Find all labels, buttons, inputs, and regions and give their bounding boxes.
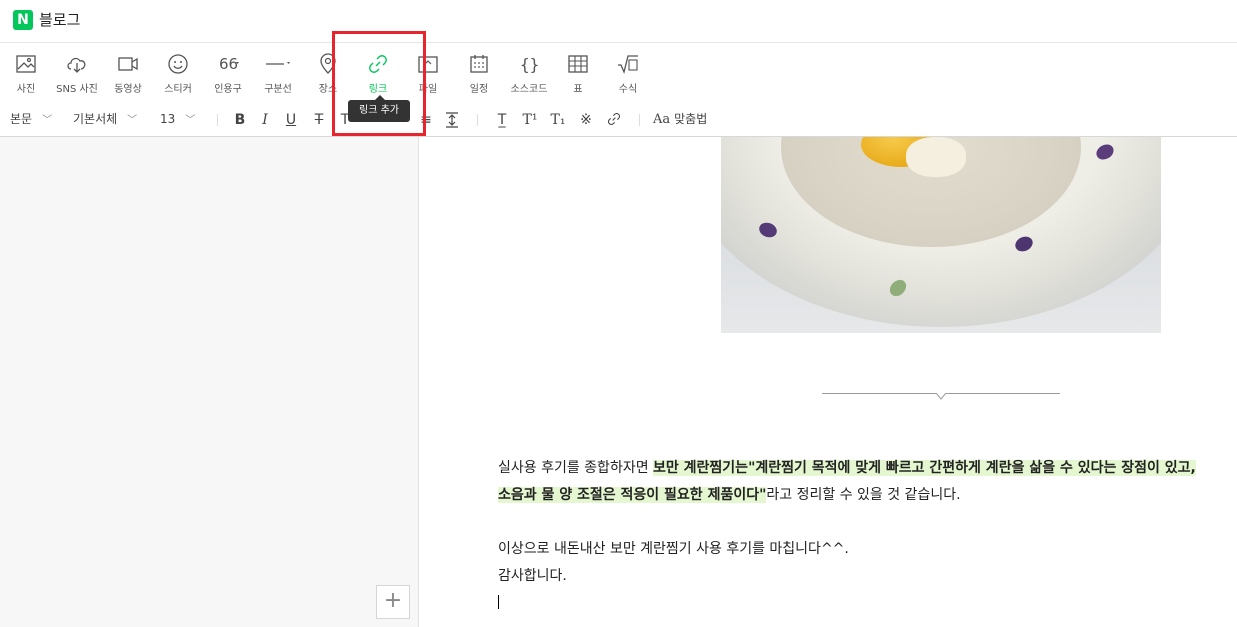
add-component-button[interactable]: + xyxy=(376,585,410,619)
photo-icon xyxy=(16,55,36,73)
divider-notch-icon xyxy=(936,393,946,400)
link-tooltip: 링크 추가 xyxy=(348,95,410,122)
empty-line xyxy=(498,509,1228,536)
chevron-down-icon: ﹀ xyxy=(127,115,138,126)
paragraph: 소음과 물 양 조절은 적응이 필요한 제품이다"라고 정리할 수 있을 것 같… xyxy=(498,482,1228,509)
text-run: 실사용 후기를 종합하자면 xyxy=(498,460,654,476)
chevron-down-icon: ﹀ xyxy=(185,115,196,126)
bold-icon[interactable]: B xyxy=(231,111,249,129)
divider xyxy=(217,114,218,126)
subscript-icon[interactable]: T₁ xyxy=(549,111,567,129)
paragraph: 실사용 후기를 종합하자면 보만 계란찜기는"계란찜기 목적에 맞게 빠르고 간… xyxy=(498,455,1228,482)
horizontal-line-icon xyxy=(266,62,290,65)
divider xyxy=(639,114,640,126)
quote-icon: 66 xyxy=(219,55,239,73)
plus-icon: + xyxy=(383,588,403,613)
strikethrough-icon[interactable]: T xyxy=(310,111,328,129)
post-photo[interactable] xyxy=(721,137,1161,333)
highlighted-text: 보만 계란찜기는"계란찜기 목적에 맞게 빠르고 간편하게 계란을 삶을 수 있… xyxy=(653,460,1196,476)
link-icon[interactable] xyxy=(605,111,623,129)
chevron-down-icon: ﹀ xyxy=(42,115,53,126)
naver-logo[interactable]: N xyxy=(13,10,33,30)
calendar-icon xyxy=(470,55,488,73)
text-run: 라고 정리할 수 있을 것 같습니다. xyxy=(766,487,961,503)
italic-icon[interactable]: I xyxy=(256,111,274,129)
svg-text:66: 66 xyxy=(219,55,238,73)
font-size-select[interactable]: 13 ﹀ xyxy=(160,103,195,136)
spell-check-label: 맞춤법 xyxy=(674,112,708,126)
tool-label: 수식 xyxy=(618,84,638,95)
paragraph-style-value: 본문 xyxy=(10,112,33,126)
formula-icon xyxy=(618,55,638,75)
table-icon xyxy=(568,55,588,73)
paragraph-style-select[interactable]: 본문 ﹀ xyxy=(10,103,52,136)
format-toolbar: 본문 ﹀ 기본서체 ﹀ 13 ﹀ B I U T T ≡ T̲ T¹ T₁ ※ Aa 맞… xyxy=(0,103,1237,137)
spell-check-button[interactable]: Aa 맞춤법 xyxy=(653,103,707,136)
top-bar: N 블로그 xyxy=(0,0,1237,43)
paragraph: 이상으로 내돈내산 보만 계란찜기 사용 후기를 마칩니다^^. xyxy=(498,541,849,557)
font-family-value: 기본서체 xyxy=(73,112,118,126)
font-size-value: 13 xyxy=(160,112,176,126)
special-char-icon[interactable]: ※ xyxy=(577,111,595,129)
font-family-select[interactable]: 기본서체 ﹀ xyxy=(73,103,137,136)
insert-toolbar: 사진 SNS 사진 동영상 스티커 66 인용구 구분선 장소 링크 파일 일정… xyxy=(0,43,1237,104)
divider xyxy=(477,114,478,126)
tool-formula[interactable]: 수식 xyxy=(598,43,658,103)
superscript-icon[interactable]: T¹ xyxy=(521,111,539,129)
svg-text:{}: {} xyxy=(520,55,539,74)
left-sidebar-panel xyxy=(0,137,419,627)
spell-check-icon: Aa xyxy=(653,112,671,127)
letter-spacing-icon[interactable]: T̲ xyxy=(493,111,511,129)
post-body-text[interactable]: 실사용 후기를 종합하자면 보만 계란찜기는"계란찜기 목적에 맞게 빠르고 간… xyxy=(498,455,1228,590)
text-cursor xyxy=(498,595,499,609)
line-height-icon[interactable] xyxy=(443,111,461,129)
app-title[interactable]: 블로그 xyxy=(39,10,80,30)
paragraph: 감사합니다. xyxy=(498,568,567,584)
egg-white xyxy=(906,137,966,177)
code-braces-icon: {} xyxy=(520,55,539,74)
underline-icon[interactable]: U xyxy=(282,111,300,129)
smiley-icon xyxy=(168,54,188,74)
cloud-download-icon xyxy=(67,57,86,73)
highlighted-text: 소음과 물 양 조절은 적응이 필요한 제품이다" xyxy=(498,487,767,503)
video-icon xyxy=(118,57,138,71)
